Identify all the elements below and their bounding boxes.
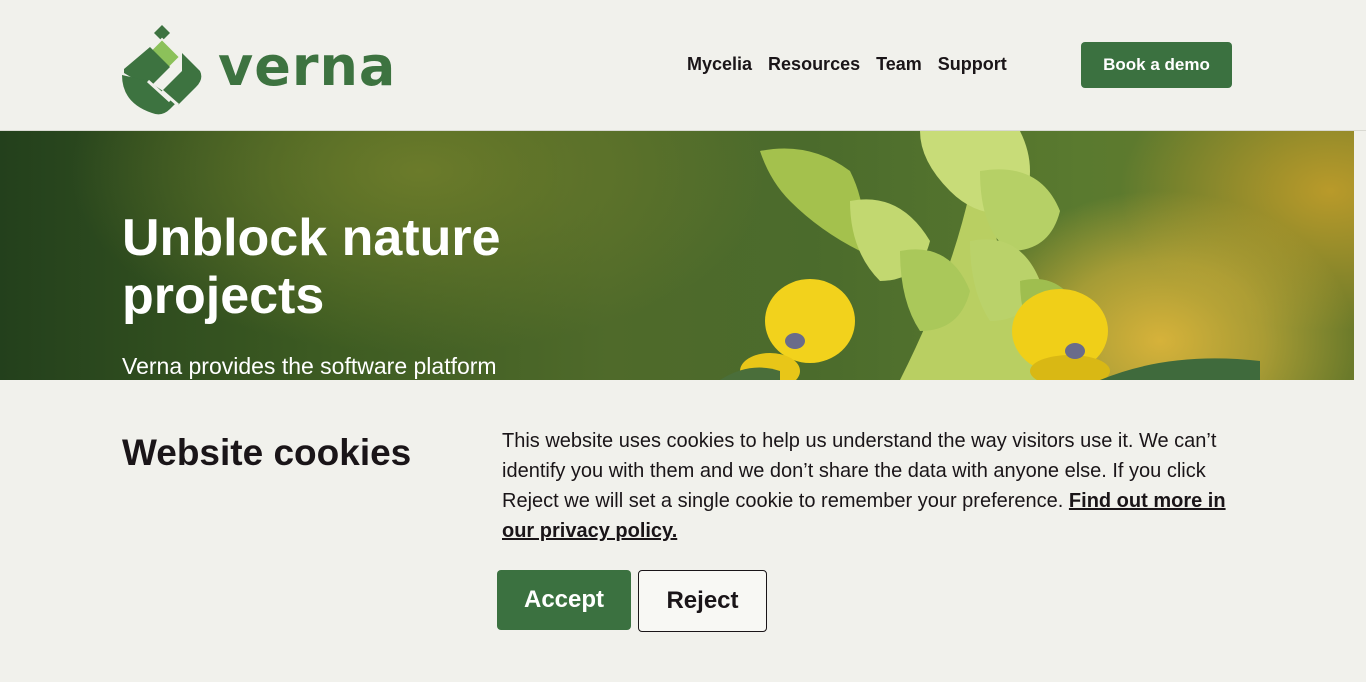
brand-logo[interactable]: verna (122, 25, 396, 115)
flower-image (720, 131, 1260, 380)
hero-section: Unblock nature projects Verna provides t… (0, 131, 1354, 380)
scrollbar[interactable] (1354, 131, 1366, 380)
nav-item-mycelia[interactable]: Mycelia (687, 54, 752, 75)
cookie-text: This website uses cookies to help us und… (502, 426, 1242, 546)
brand-name: verna (218, 34, 397, 98)
nav-item-support[interactable]: Support (938, 54, 1007, 75)
verna-logo-icon (122, 25, 202, 115)
nav-item-resources[interactable]: Resources (768, 54, 860, 75)
cookie-banner: Website cookies This website uses cookie… (0, 380, 1366, 682)
hero-title: Unblock nature projects (122, 209, 501, 325)
reject-cookies-button[interactable]: Reject (638, 570, 767, 632)
site-header: verna Mycelia Resources Team Support Boo… (0, 0, 1366, 131)
main-nav: Mycelia Resources Team Support (687, 54, 1007, 75)
accept-cookies-button[interactable]: Accept (497, 570, 631, 630)
hero-subtitle: Verna provides the software platform (122, 353, 497, 379)
nav-item-team[interactable]: Team (876, 54, 922, 75)
cookie-title: Website cookies (122, 432, 412, 473)
book-demo-button[interactable]: Book a demo (1081, 42, 1232, 88)
